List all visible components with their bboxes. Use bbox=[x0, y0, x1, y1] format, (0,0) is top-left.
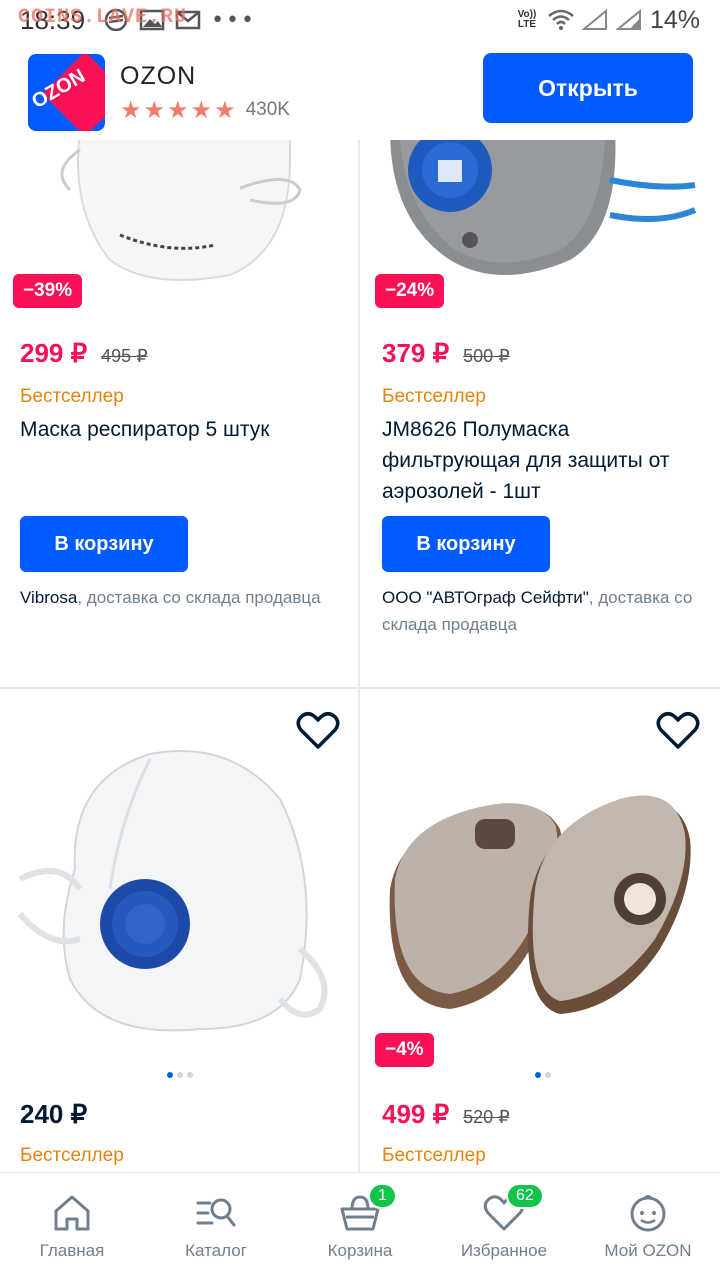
add-to-cart-button[interactable]: В корзину bbox=[382, 516, 550, 572]
bestseller-tag: Бестселлер bbox=[382, 1145, 486, 1166]
old-price: 500 ₽ bbox=[463, 346, 510, 366]
ozon-app-logo: OZON bbox=[28, 54, 105, 131]
nav-cart[interactable]: Корзина 1 bbox=[288, 1173, 432, 1280]
seller-name[interactable]: ООО "АВТОграф Сейфти" bbox=[382, 588, 589, 607]
star-icon: ★ bbox=[120, 96, 142, 124]
star-icon: ★ bbox=[143, 96, 166, 124]
favorites-count-badge: 62 bbox=[506, 1183, 544, 1209]
seller-info: ООО "АВТОграф Сейфти", доставка со склад… bbox=[382, 584, 702, 638]
signal-icon-1 bbox=[581, 9, 607, 30]
image-carousel-dots bbox=[167, 1072, 193, 1078]
seller-info: Vibrosa, доставка со склада продавца bbox=[20, 584, 340, 611]
reviews-count: 430K bbox=[245, 99, 290, 120]
add-to-cart-button[interactable]: В корзину bbox=[20, 516, 188, 572]
filter-cartridges-image bbox=[389, 795, 691, 1014]
signal-icon-2 bbox=[615, 9, 641, 30]
app-install-banner: OZON OZON ★ ★ ★ ★ ★ 430K Открыть bbox=[0, 40, 720, 140]
price: 299 ₽ bbox=[20, 338, 88, 368]
delivery-info: , доставка со склада продавца bbox=[77, 588, 321, 607]
nav-profile-label: Мой OZON bbox=[604, 1241, 692, 1260]
product-card[interactable]: −4% 499 ₽ 520 ₽ Бестселлер bbox=[360, 689, 720, 1172]
add-to-favorites-button[interactable] bbox=[656, 711, 700, 751]
discount-badge: −24% bbox=[375, 274, 445, 308]
nav-home-label: Главная bbox=[39, 1241, 105, 1260]
price: 379 ₽ bbox=[382, 338, 450, 368]
nav-favorites-label: Избранное bbox=[460, 1241, 548, 1260]
nav-profile[interactable]: Мой OZON bbox=[576, 1173, 720, 1280]
app-rating: ★ ★ ★ ★ ★ 430K bbox=[120, 96, 290, 124]
bestseller-tag: Бестселлер bbox=[20, 1145, 124, 1166]
heart-icon bbox=[656, 712, 700, 749]
discount-badge: −39% bbox=[13, 274, 83, 308]
product-card[interactable]: −39% 299 ₽ 495 ₽ Бестселлер Маска респир… bbox=[0, 140, 360, 688]
nav-catalog-label: Каталог bbox=[185, 1241, 247, 1260]
battery-level: 14% bbox=[649, 5, 700, 34]
valve-mask-image bbox=[17, 750, 328, 1032]
bestseller-tag: Бестселлер bbox=[382, 386, 486, 407]
bottom-navigation: Главная Каталог Корзина 1 Избранное 62 М… bbox=[0, 1172, 720, 1280]
discount-badge: −4% bbox=[375, 1033, 434, 1067]
home-icon bbox=[54, 1195, 90, 1231]
image-carousel-dots bbox=[535, 1072, 551, 1078]
price: 240 ₽ bbox=[20, 1099, 88, 1129]
cart-count-badge: 1 bbox=[368, 1183, 397, 1209]
watermark: COINS.LAVE.RU bbox=[18, 6, 188, 29]
price: 499 ₽ bbox=[382, 1099, 450, 1129]
nav-cart-label: Корзина bbox=[327, 1241, 393, 1260]
nav-catalog[interactable]: Каталог bbox=[144, 1173, 288, 1280]
volte-indicator: Vo)) LTE bbox=[517, 9, 537, 30]
star-icon: ★ bbox=[167, 96, 189, 124]
profile-face-icon bbox=[630, 1195, 666, 1232]
product-card[interactable]: −24% 379 ₽ 500 ₽ Бестселлер JM8626 Полум… bbox=[360, 140, 720, 688]
product-title[interactable]: Маска респиратор 5 штук bbox=[20, 414, 340, 445]
bestseller-tag: Бестселлер bbox=[20, 386, 124, 407]
wifi-icon bbox=[548, 9, 574, 30]
product-card[interactable]: 240 ₽ Бестселлер bbox=[0, 689, 360, 1172]
open-app-button[interactable]: Открыть bbox=[483, 53, 693, 123]
catalog-search-icon bbox=[196, 1198, 236, 1227]
nav-favorites[interactable]: Избранное 62 bbox=[432, 1173, 576, 1280]
star-icon: ★ bbox=[214, 96, 236, 124]
nav-home[interactable]: Главная bbox=[0, 1173, 144, 1280]
star-icon: ★ bbox=[190, 96, 213, 124]
product-title[interactable]: JM8626 Полумаска фильтрующая для защиты … bbox=[382, 414, 702, 507]
app-name: OZON bbox=[120, 62, 197, 90]
seller-name[interactable]: Vibrosa bbox=[20, 588, 77, 607]
old-price: 495 ₽ bbox=[101, 346, 148, 366]
more-notifications-icon: ••• bbox=[211, 7, 257, 33]
old-price: 520 ₽ bbox=[463, 1107, 510, 1127]
